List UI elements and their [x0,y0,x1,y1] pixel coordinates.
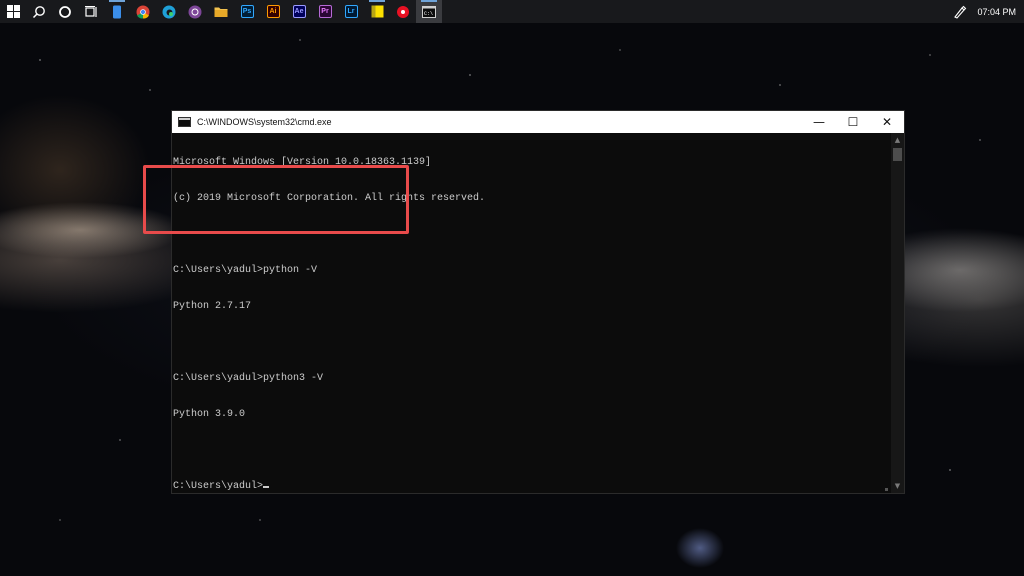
after-effects-icon: Ae [292,5,306,18]
minimize-icon: — [813,115,825,129]
sticky-notes-icon [371,5,383,18]
task-view-icon [85,5,97,17]
pen-workspace-icon[interactable] [953,5,967,19]
taskbar-app-sticky-notes[interactable] [364,0,390,23]
maximize-icon: ☐ [847,115,859,129]
taskbar-app-chrome[interactable] [130,0,156,23]
photoshop-icon: Ps [240,5,254,18]
search-icon [32,5,45,18]
app-red-icon [397,5,409,18]
cmd-window-title: C:\WINDOWS\system32\cmd.exe [197,117,332,127]
lightroom-icon: Lr [344,5,358,18]
taskbar-app-command-prompt[interactable]: C:\ [416,0,442,23]
start-button[interactable] [0,0,26,23]
console-line: C:\Users\yadul>python -V [173,265,318,276]
close-icon: ✕ [881,115,893,129]
highlight-annotation [143,165,409,234]
premiere-pro-icon: Pr [318,5,332,18]
console-prompt-line[interactable]: C:\Users\yadul> [173,481,891,493]
cortana-icon [59,5,71,18]
command-prompt-icon: C:\ [422,5,436,18]
chrome-icon [136,5,150,19]
minimize-button[interactable]: — [802,111,836,133]
tor-browser-icon [188,5,202,18]
svg-text:C:\: C:\ [424,11,433,17]
scroll-down-arrow-icon[interactable]: ▼ [891,481,904,491]
taskbar-app-lightroom[interactable]: Lr [338,0,364,23]
edge-icon [162,5,176,18]
taskbar-app-red[interactable] [390,0,416,23]
file-explorer-icon [214,7,228,17]
taskbar-clock[interactable]: 07:04 PM [977,7,1016,17]
phone-icon [113,5,121,18]
cmd-app-icon [178,117,191,127]
cmd-titlebar[interactable]: C:\WINDOWS\system32\cmd.exe — ☐ ✕ [172,111,904,133]
taskbar-app-premiere[interactable]: Pr [312,0,338,23]
taskbar-app-photoshop[interactable]: Ps [234,0,260,23]
maximize-button[interactable]: ☐ [836,111,870,133]
taskbar-app-tor[interactable] [182,0,208,23]
text-cursor [263,486,270,488]
cortana-button[interactable] [52,0,78,23]
vertical-scrollbar[interactable]: ▲ ▼ [891,133,904,493]
taskbar-app-after-effects[interactable]: Ae [286,0,312,23]
console-line: Python 2.7.17 [173,301,252,312]
taskbar: Ps Ai Ae Pr Lr C:\ 07:04 PM [0,0,1024,23]
windows-logo-icon [6,5,20,18]
taskbar-app-phone[interactable] [104,0,130,23]
console-prompt: C:\Users\yadul> [173,481,264,492]
close-button[interactable]: ✕ [870,111,904,133]
illustrator-icon: Ai [266,5,280,18]
system-tray: 07:04 PM [953,0,1024,23]
scroll-up-arrow-icon[interactable]: ▲ [891,135,904,145]
taskbar-app-illustrator[interactable]: Ai [260,0,286,23]
taskbar-app-edge[interactable] [156,0,182,23]
resize-grip[interactable] [885,488,888,491]
taskbar-app-file-explorer[interactable] [208,0,234,23]
window-controls: — ☐ ✕ [802,111,904,133]
task-view-button[interactable] [78,0,104,23]
console-line: C:\Users\yadul>python3 -V [173,373,324,384]
search-button[interactable] [26,0,52,23]
scrollbar-thumb[interactable] [893,148,902,161]
console-line: Python 3.9.0 [173,409,246,420]
